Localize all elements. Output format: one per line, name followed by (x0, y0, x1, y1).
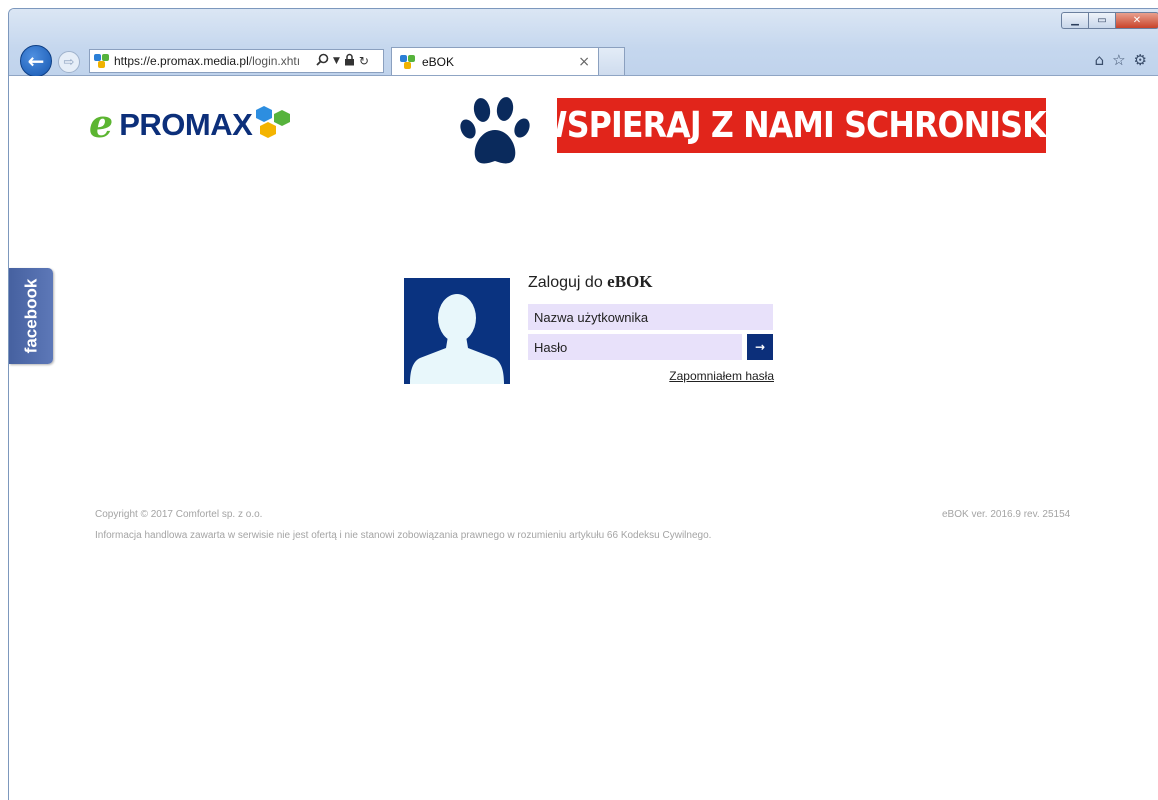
forgot-password-link[interactable]: Zapomniałem hasła (669, 369, 774, 383)
paw-icon (460, 97, 530, 164)
search-icon[interactable] (316, 53, 329, 69)
password-row: Hasło → (528, 334, 774, 360)
login-form: Zaloguj do eBOK Nazwa użytkownika Hasło … (528, 272, 774, 383)
promax-logo[interactable]: e PROMAX (89, 104, 296, 144)
browser-chrome: ▁ ▭ ✕ ← ⇨ https://e.promax.media.pl/logi… (9, 9, 1158, 77)
new-tab-button[interactable] (599, 47, 625, 75)
maximize-button[interactable]: ▭ (1088, 12, 1115, 29)
login-title-app: eBOK (607, 272, 653, 291)
arrow-right-icon: → (754, 340, 766, 354)
footer-copyright: Copyright © 2017 Comfortel sp. z o.o. (95, 509, 263, 520)
refresh-icon[interactable]: ↻ (359, 54, 369, 68)
window-controls: ▁ ▭ ✕ (1061, 12, 1158, 29)
url-host: https://e.promax.media.pl (114, 54, 249, 68)
lock-icon[interactable] (344, 53, 355, 69)
address-bar[interactable]: https://e.promax.media.pl/login.xhtı ▼ ↻ (89, 49, 384, 73)
logo-word: PROMAX (119, 106, 253, 142)
footer-version: eBOK ver. 2016.9 rev. 25154 (942, 509, 1071, 520)
password-input[interactable]: Hasło (528, 334, 742, 360)
facebook-label: facebook (21, 278, 41, 354)
footer-legal: Copyright © 2017 Comfortel sp. z o.o. In… (95, 504, 711, 546)
footer-disclaimer: Informacja handlowa zawarta w serwisie n… (95, 530, 712, 541)
back-arrow-icon[interactable]: ← (20, 45, 52, 77)
close-window-button[interactable]: ✕ (1115, 12, 1158, 29)
logo-e: e (89, 101, 114, 146)
toolbar-icons: ⌂ ☆ ⚙ (1095, 51, 1147, 69)
browser-window: ▁ ▭ ✕ ← ⇨ https://e.promax.media.pl/logi… (8, 8, 1158, 800)
url-text[interactable]: https://e.promax.media.pl/login.xhtı (114, 54, 312, 68)
url-path: /login.xhtı (248, 54, 301, 68)
tab-favicon-icon (400, 54, 416, 70)
password-placeholder: Hasło (534, 339, 568, 355)
username-input[interactable]: Nazwa użytkownika (528, 304, 773, 330)
shelter-banner[interactable]: WSPIERAJ Z NAMI SCHRONISKO (533, 98, 1071, 153)
login-title: Zaloguj do eBOK (528, 272, 774, 292)
dropdown-icon[interactable]: ▼ (333, 56, 340, 66)
banner-text: WSPIERAJ Z NAMI SCHRONISKO (532, 105, 1072, 146)
login-title-prefix: Zaloguj do (528, 274, 603, 291)
facebook-side-tab[interactable]: facebook (9, 268, 53, 364)
page-content: e PROMAX WSPIERAJ Z NAMI SCHRONISKO face… (9, 76, 1158, 800)
site-favicon-icon (94, 53, 110, 69)
login-submit-button[interactable]: → (747, 334, 773, 360)
forward-arrow-icon[interactable]: ⇨ (58, 51, 80, 73)
tab-title: eBOK (422, 54, 455, 69)
logo-hexagons-icon (256, 106, 291, 138)
minimize-button[interactable]: ▁ (1061, 12, 1088, 29)
username-placeholder: Nazwa użytkownika (534, 309, 649, 325)
address-bar-icons: ▼ ↻ (316, 53, 369, 69)
gear-icon[interactable]: ⚙ (1134, 51, 1147, 69)
star-icon[interactable]: ☆ (1112, 51, 1125, 69)
tab-ebok[interactable]: eBOK × (391, 47, 599, 75)
tab-close-icon[interactable]: × (578, 54, 590, 70)
user-avatar-icon (404, 278, 510, 384)
home-icon[interactable]: ⌂ (1095, 51, 1105, 69)
